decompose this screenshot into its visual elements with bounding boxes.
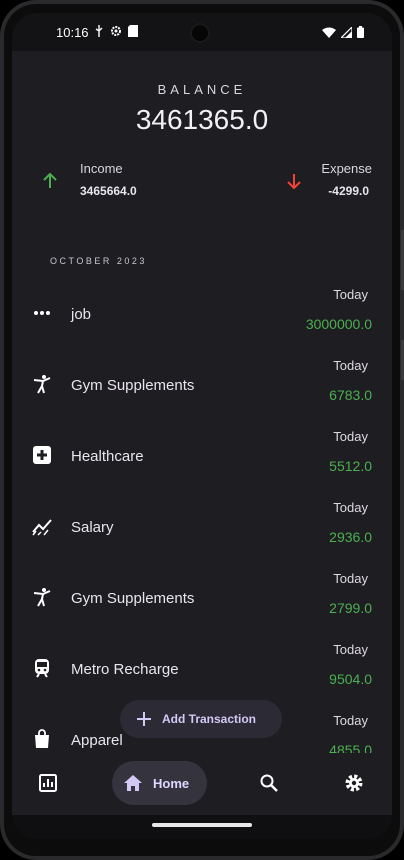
income-label: Income <box>80 161 123 176</box>
settings-gear-icon <box>110 24 122 36</box>
sd-card-icon <box>128 24 138 37</box>
transaction-name: Healthcare <box>71 448 144 465</box>
transaction-amount: 2936.0 <box>329 529 372 545</box>
gesture-area <box>12 815 392 839</box>
transaction-amount: 4855.0 <box>329 742 372 753</box>
expense-label: Expense <box>321 161 372 176</box>
sports-martial-arts-icon <box>32 374 52 394</box>
add-transaction-button[interactable]: Add Transaction <box>120 700 282 738</box>
signal-icon <box>339 25 353 43</box>
transaction-name: Apparel <box>71 732 123 749</box>
medical-cross-icon <box>32 445 52 465</box>
transaction-date: Today <box>333 358 368 373</box>
train-icon <box>32 658 52 678</box>
arrow-up-icon <box>40 171 60 196</box>
transaction-amount: 3000000.0 <box>305 316 372 332</box>
transaction-amount: 9504.0 <box>329 671 372 687</box>
transaction-date: Today <box>333 571 368 586</box>
status-icons-right <box>322 25 364 43</box>
transaction-row[interactable]: Gym Supplements Today 2799.0 <box>12 561 392 632</box>
shopping-bag-icon <box>32 729 52 749</box>
transaction-name: Gym Supplements <box>71 377 195 394</box>
wifi-icon <box>322 25 336 43</box>
status-icons-left <box>94 24 138 37</box>
transaction-date: Today <box>333 642 368 657</box>
balance-label: BALANCE <box>157 82 247 97</box>
transaction-name: Gym Supplements <box>71 590 195 607</box>
transaction-name: job <box>71 306 92 323</box>
transaction-date: Today <box>333 500 368 515</box>
balance-value: 3461365.0 <box>135 104 269 135</box>
home-icon <box>123 773 143 793</box>
transaction-amount: 6783.0 <box>329 387 372 403</box>
gesture-handle[interactable] <box>152 823 252 827</box>
transaction-name: Metro Recharge <box>71 661 179 678</box>
expense-value: -4299.0 <box>328 184 369 198</box>
transaction-date: Today <box>333 429 368 444</box>
transaction-row[interactable]: job Today 3000000.0 <box>12 277 392 348</box>
nav-home-button[interactable]: Home <box>112 761 207 805</box>
status-bar: 10:16 <box>12 13 392 51</box>
transaction-amount: 2799.0 <box>329 600 372 616</box>
bottom-navigation: Home <box>12 753 392 815</box>
transaction-row[interactable]: Metro Recharge Today 9504.0 <box>12 632 392 703</box>
nav-home-label: Home <box>153 775 190 791</box>
add-transaction-label: Add Transaction <box>162 712 257 726</box>
sports-martial-arts-icon <box>32 587 52 607</box>
status-time: 10:16 <box>56 25 89 40</box>
settings-icon[interactable] <box>344 773 364 793</box>
app-screen: 10:16 BALANCE 3461365.0 Income 3465664.0… <box>12 13 392 839</box>
transaction-amount: 5512.0 <box>329 458 372 474</box>
transaction-row[interactable]: Healthcare Today 5512.0 <box>12 419 392 490</box>
more-dots-icon <box>32 303 52 323</box>
camera-cutout <box>192 25 208 41</box>
plus-icon <box>136 711 152 727</box>
transaction-date: Today <box>333 287 368 302</box>
arrow-down-icon <box>284 171 304 196</box>
trending-chart-icon <box>32 516 52 536</box>
stats-chart-icon[interactable] <box>38 773 58 793</box>
battery-icon <box>357 25 364 43</box>
transaction-row[interactable]: Salary Today 2936.0 <box>12 490 392 561</box>
month-header: OCTOBER 2023 <box>50 256 147 266</box>
transaction-name: Salary <box>71 519 114 536</box>
search-icon[interactable] <box>259 773 279 793</box>
transaction-list[interactable]: job Today 3000000.0 Gym Supplements Toda… <box>12 277 392 753</box>
usb-icon <box>94 24 104 37</box>
income-value: 3465664.0 <box>80 184 137 198</box>
transaction-date: Today <box>333 713 368 728</box>
transaction-row[interactable]: Gym Supplements Today 6783.0 <box>12 348 392 419</box>
